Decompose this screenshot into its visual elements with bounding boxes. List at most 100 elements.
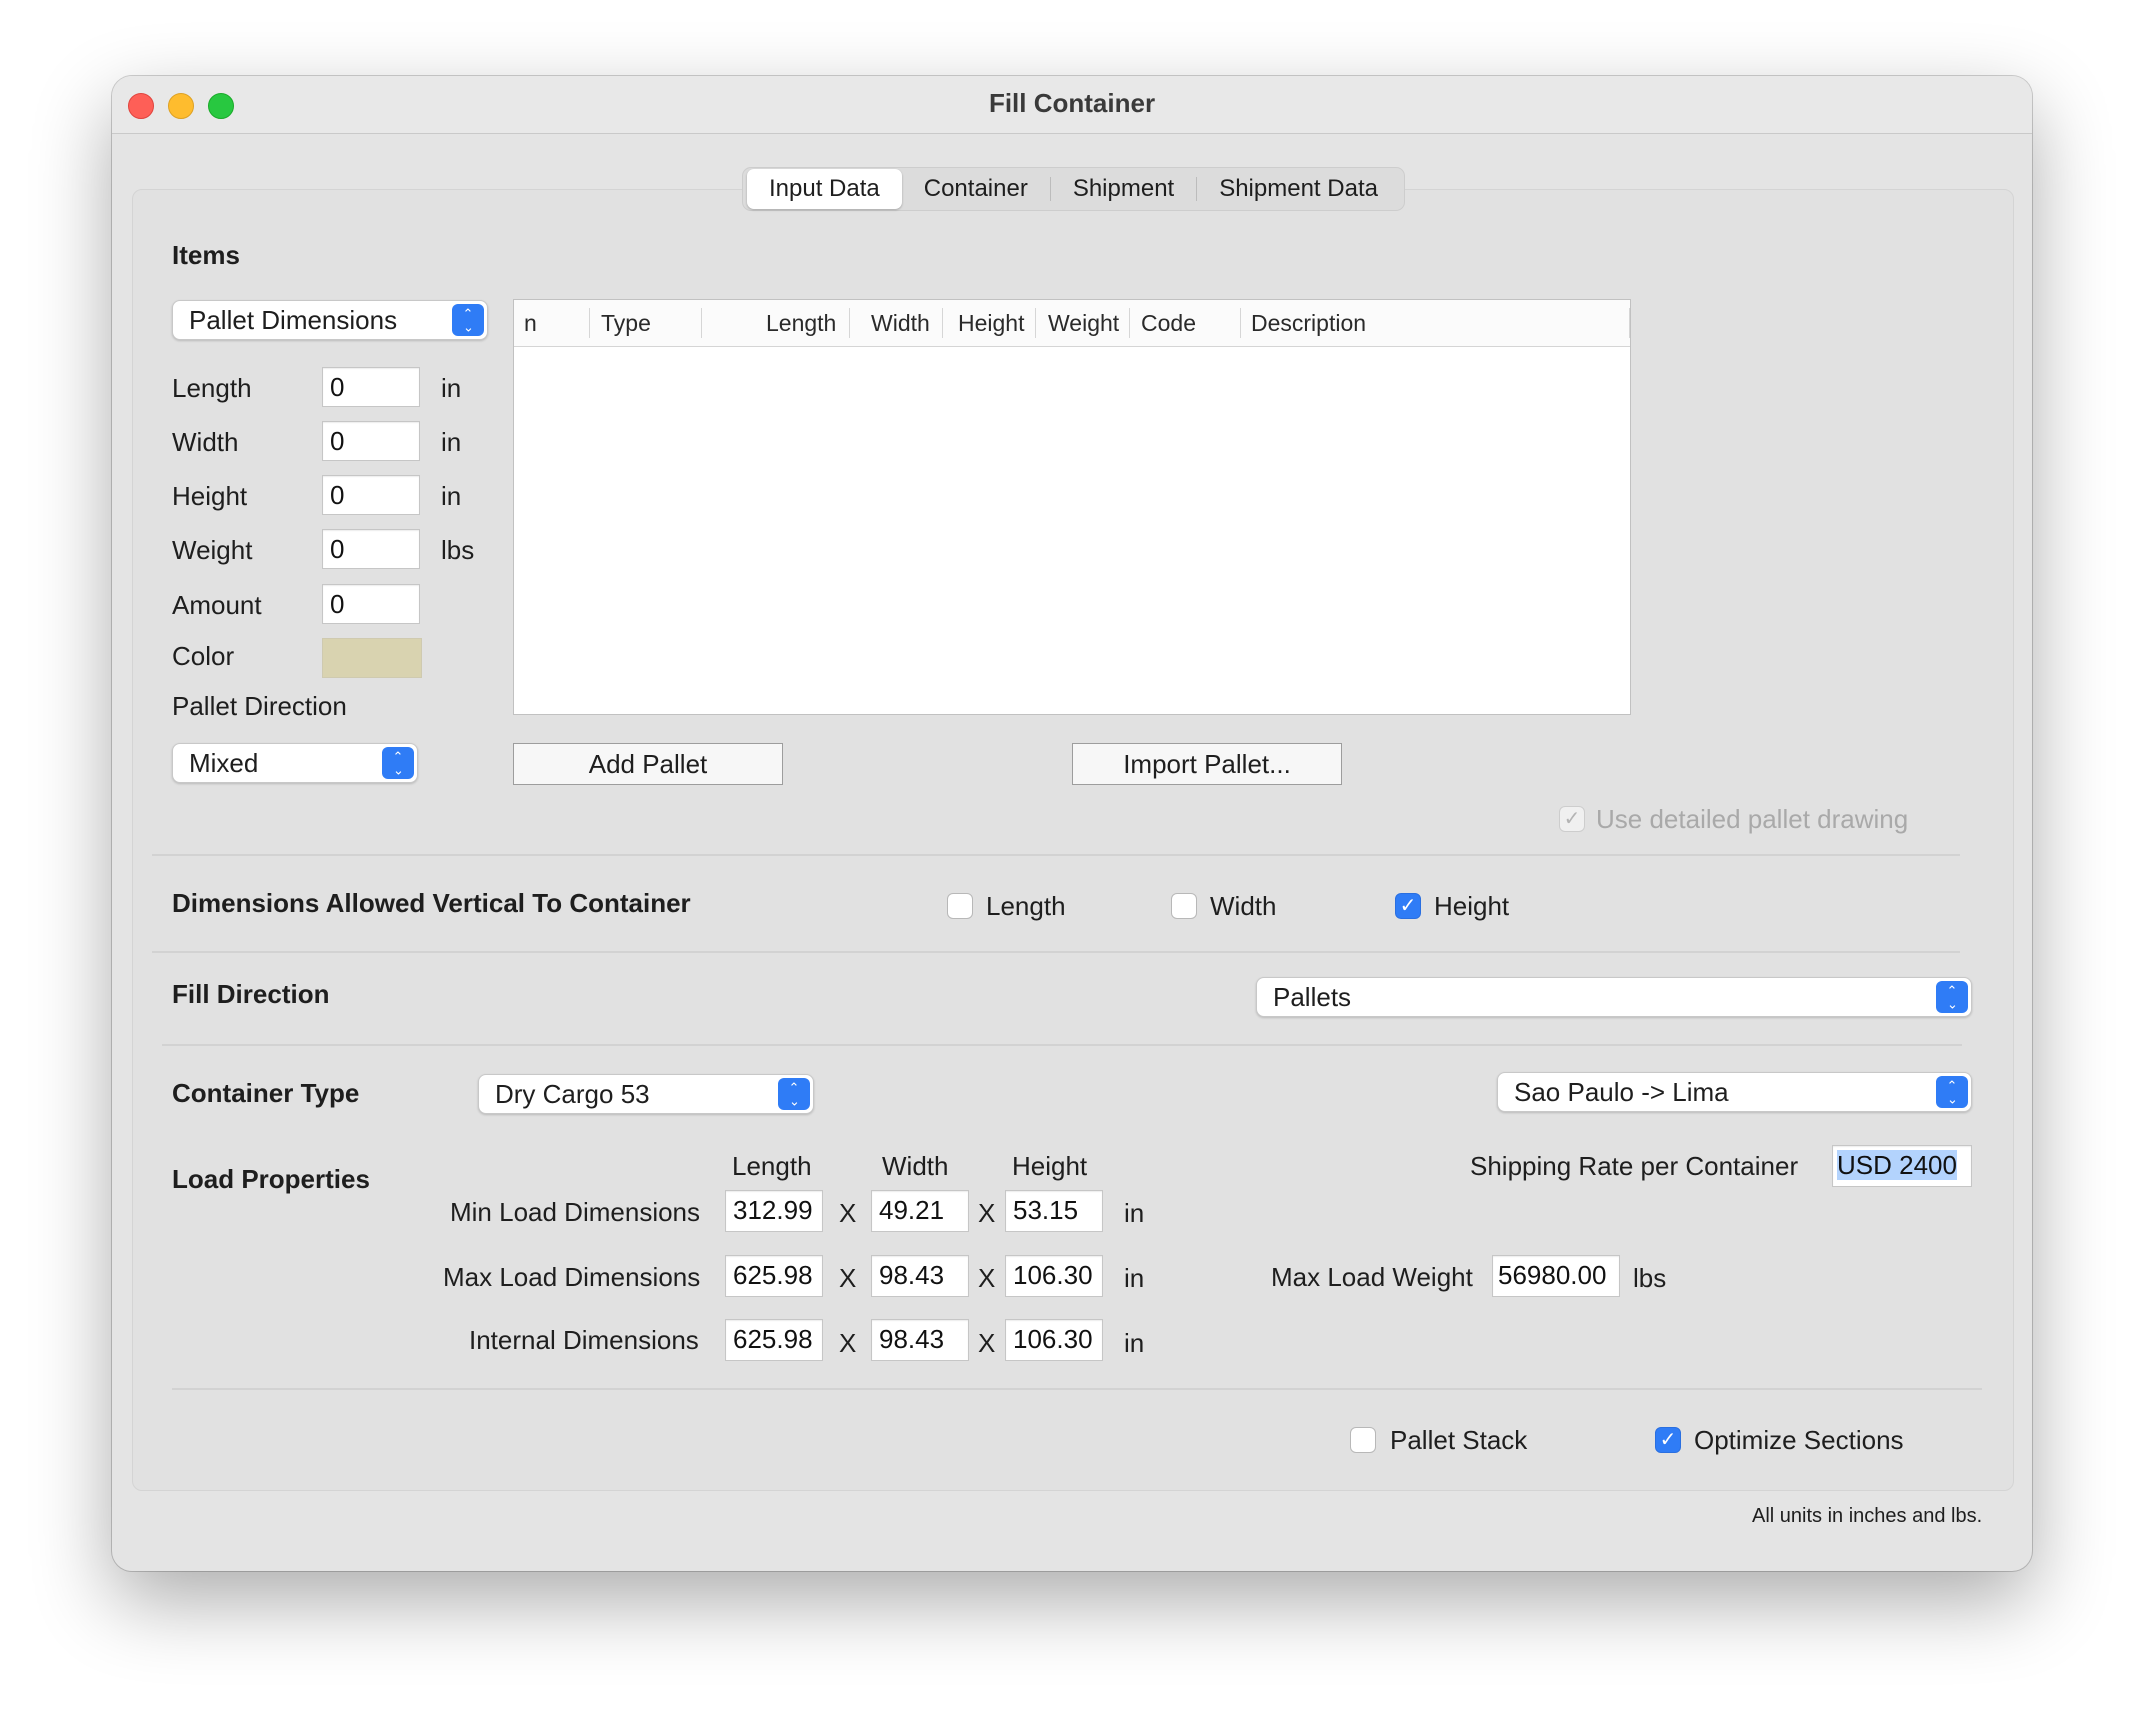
tab-input-data[interactable]: Input Data <box>747 169 902 209</box>
amount-label: Amount <box>172 590 262 620</box>
times-symbol: X <box>839 1328 857 1358</box>
items-table[interactable]: n Type Length Width Height Weight Code D… <box>513 299 1631 715</box>
detailed-drawing-checkbox[interactable]: ✓ <box>1559 806 1585 832</box>
vertical-width-checkbox[interactable] <box>1171 893 1197 919</box>
max-load-weight-unit: lbs <box>1633 1263 1667 1293</box>
pallet-direction-value: Mixed <box>189 748 259 778</box>
column-header-length[interactable]: Length <box>766 310 836 337</box>
vertical-length-checkbox[interactable] <box>947 893 973 919</box>
width-label: Width <box>172 427 239 457</box>
max-load-weight-input[interactable]: 56980.00 <box>1492 1255 1620 1297</box>
width-unit: in <box>441 427 462 457</box>
tab-shipment-data[interactable]: Shipment Data <box>1197 169 1400 209</box>
pallet-stack-checkbox[interactable] <box>1350 1427 1376 1453</box>
column-separator <box>1035 308 1036 338</box>
length-input[interactable]: 0 <box>322 367 420 407</box>
times-symbol: X <box>978 1263 996 1293</box>
max-load-label: Max Load Dimensions <box>443 1262 701 1292</box>
min-length-input[interactable]: 312.99 <box>725 1190 823 1232</box>
popup-arrows-icon: ⌃ ⌃ <box>1936 1076 1968 1108</box>
internal-width-input[interactable]: 98.43 <box>871 1319 969 1361</box>
column-header-height[interactable]: Height <box>958 310 1024 337</box>
item-type-value: Pallet Dimensions <box>189 305 398 335</box>
min-load-unit: in <box>1124 1198 1145 1228</box>
column-header-n[interactable]: n <box>524 310 537 337</box>
popup-arrows-icon: ⌃ ⌃ <box>778 1078 810 1110</box>
length-label: Length <box>172 373 252 403</box>
times-symbol: X <box>978 1198 996 1228</box>
vertical-dimensions-heading: Dimensions Allowed Vertical To Container <box>172 888 691 918</box>
pallet-direction-label: Pallet Direction <box>172 691 347 721</box>
optimize-sections-checkbox[interactable]: ✓ <box>1655 1427 1681 1453</box>
height-unit: in <box>441 481 462 511</box>
min-width-input[interactable]: 49.21 <box>871 1190 969 1232</box>
popup-arrows-icon: ⌃ ⌃ <box>382 747 414 779</box>
load-column-length: Length <box>732 1151 812 1181</box>
color-well[interactable] <box>322 638 422 678</box>
shipping-rate-input[interactable]: USD 2400 <box>1832 1145 1972 1187</box>
column-separator <box>942 308 943 338</box>
weight-label: Weight <box>172 535 253 565</box>
internal-length-input[interactable]: 625.98 <box>725 1319 823 1361</box>
route-popup[interactable]: Sao Paulo -> Lima ⌃ ⌃ <box>1497 1072 1972 1112</box>
container-type-value: Dry Cargo 53 <box>495 1079 650 1109</box>
column-separator <box>849 308 850 338</box>
max-width-input[interactable]: 98.43 <box>871 1255 969 1297</box>
route-value: Sao Paulo -> Lima <box>1514 1077 1729 1107</box>
pallet-direction-popup[interactable]: Mixed ⌃ ⌃ <box>172 743 418 783</box>
popup-arrows-icon: ⌃ ⌃ <box>1936 981 1968 1013</box>
column-header-type[interactable]: Type <box>601 310 651 337</box>
vertical-width-label: Width <box>1210 891 1277 921</box>
detailed-drawing-label: Use detailed pallet drawing <box>1596 804 1909 834</box>
load-column-height: Height <box>1012 1151 1088 1181</box>
section-divider <box>162 1044 1962 1046</box>
internal-height-input[interactable]: 106.30 <box>1005 1319 1103 1361</box>
column-header-description[interactable]: Description <box>1251 310 1366 337</box>
amount-input[interactable]: 0 <box>322 584 420 624</box>
section-divider <box>152 951 1960 953</box>
window-title: Fill Container <box>988 88 1156 118</box>
tab-bar: Input Data Container Shipment Shipment D… <box>742 167 1405 211</box>
load-properties-heading: Load Properties <box>172 1164 370 1194</box>
column-header-code[interactable]: Code <box>1141 310 1196 337</box>
container-type-heading: Container Type <box>172 1078 360 1108</box>
length-unit: in <box>441 373 462 403</box>
max-load-weight-label: Max Load Weight <box>1271 1262 1473 1292</box>
weight-input[interactable]: 0 <box>322 529 420 569</box>
shipping-rate-value: USD 2400 <box>1837 1150 1957 1180</box>
column-separator <box>1129 308 1130 338</box>
table-header: n Type Length Width Height Weight Code D… <box>514 300 1630 347</box>
internal-dimensions-label: Internal Dimensions <box>469 1325 699 1355</box>
min-height-input[interactable]: 53.15 <box>1005 1190 1103 1232</box>
times-symbol: X <box>839 1198 857 1228</box>
column-header-weight[interactable]: Weight <box>1048 310 1119 337</box>
column-separator <box>1240 308 1241 338</box>
add-pallet-button[interactable]: Add Pallet <box>513 743 783 785</box>
column-header-width[interactable]: Width <box>871 310 930 337</box>
tab-container[interactable]: Container <box>902 169 1050 209</box>
tab-shipment[interactable]: Shipment <box>1051 169 1196 209</box>
fill-direction-popup[interactable]: Pallets ⌃ ⌃ <box>1256 977 1972 1017</box>
items-heading: Items <box>172 240 240 270</box>
section-divider <box>152 854 1960 856</box>
item-type-popup[interactable]: Pallet Dimensions ⌃ ⌃ <box>172 300 488 340</box>
max-height-input[interactable]: 106.30 <box>1005 1255 1103 1297</box>
import-pallet-button[interactable]: Import Pallet... <box>1072 743 1342 785</box>
column-separator <box>589 308 590 338</box>
times-symbol: X <box>839 1263 857 1293</box>
vertical-height-label: Height <box>1434 891 1510 921</box>
weight-unit: lbs <box>441 535 475 565</box>
units-footer-note: All units in inches and lbs. <box>1752 1505 1983 1527</box>
vertical-height-checkbox[interactable]: ✓ <box>1395 893 1421 919</box>
height-input[interactable]: 0 <box>322 475 420 515</box>
column-separator <box>1629 308 1630 338</box>
fill-direction-heading: Fill Direction <box>172 979 330 1009</box>
width-input[interactable]: 0 <box>322 421 420 461</box>
max-length-input[interactable]: 625.98 <box>725 1255 823 1297</box>
section-divider <box>172 1388 1982 1390</box>
container-type-popup[interactable]: Dry Cargo 53 ⌃ ⌃ <box>478 1074 814 1114</box>
load-column-width: Width <box>882 1151 949 1181</box>
vertical-length-label: Length <box>986 891 1066 921</box>
min-load-label: Min Load Dimensions <box>450 1197 701 1227</box>
fill-direction-value: Pallets <box>1273 982 1352 1012</box>
